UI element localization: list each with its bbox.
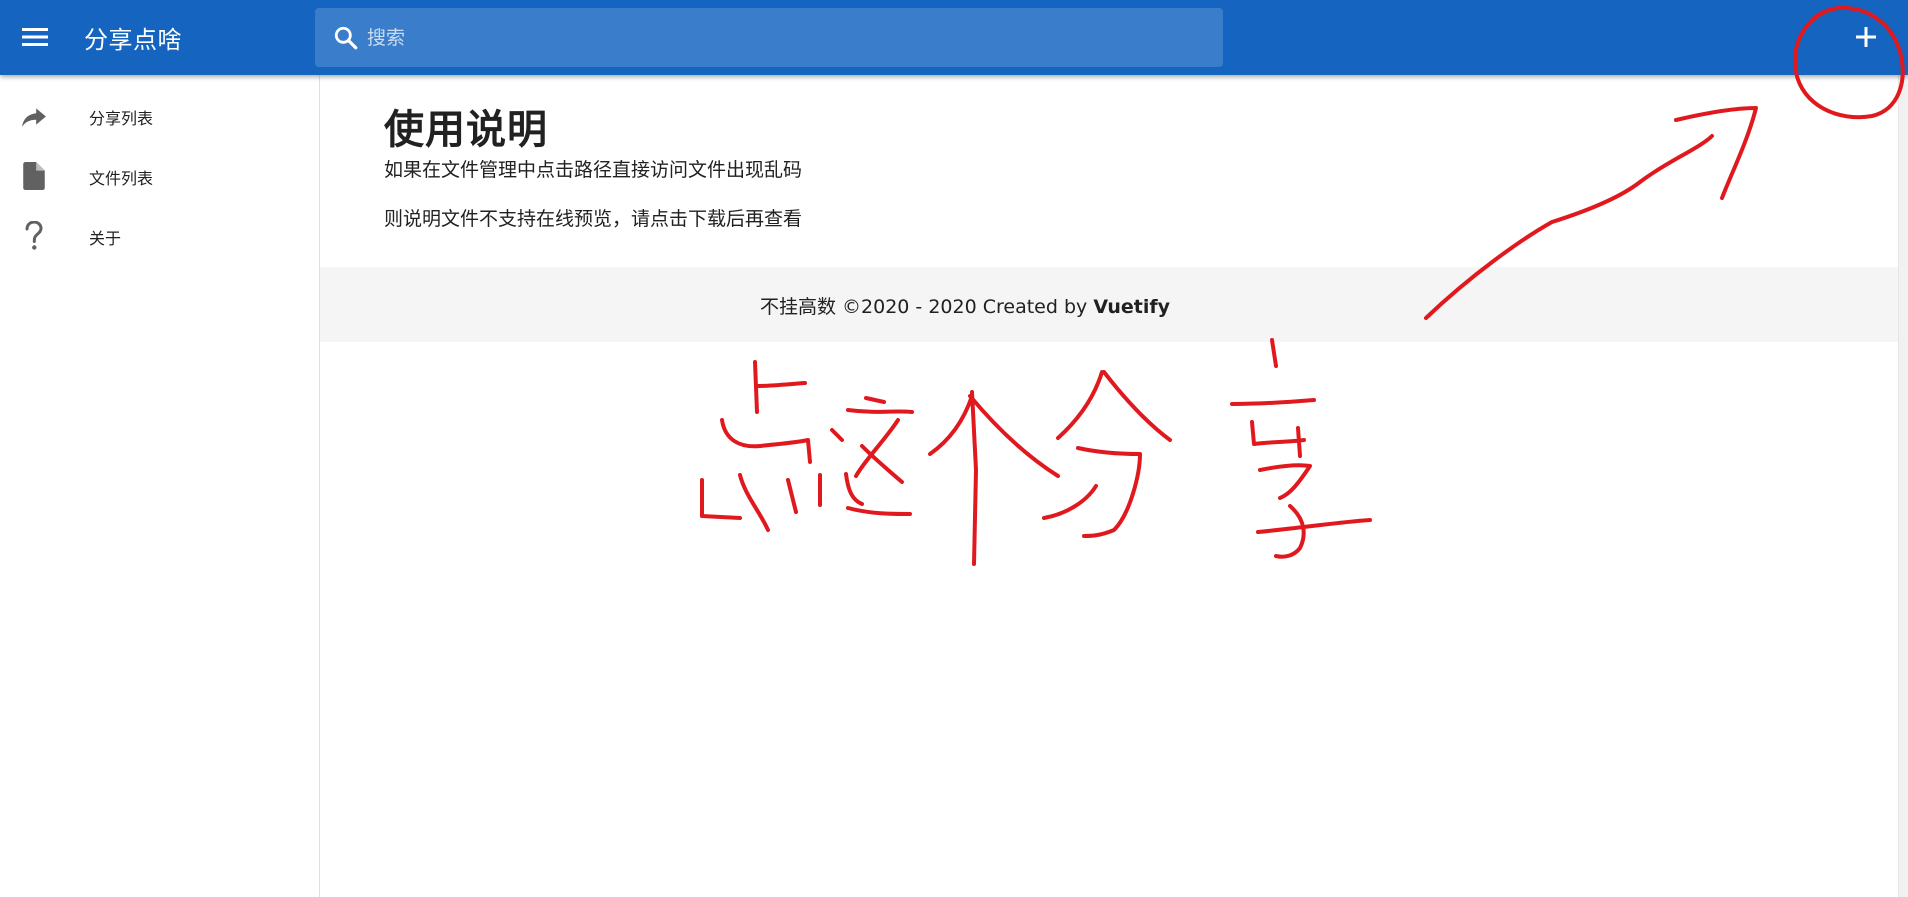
page-title: 使用说明	[384, 107, 548, 153]
sidebar-item-about[interactable]: 关于	[0, 208, 319, 264]
menu-button[interactable]	[14, 14, 56, 60]
footer: 不挂高数 ©2020 - 2020 Created by Vuetify	[320, 267, 1898, 342]
footer-copyright: 不挂高数 ©2020 - 2020 Created by	[760, 296, 1094, 318]
scrollbar[interactable]	[1898, 75, 1908, 897]
instruction-text: 则说明文件不支持在线预览，请点击下载后再查看	[384, 208, 803, 230]
plus-icon	[1856, 27, 1876, 47]
sidebar-item-label: 关于	[89, 229, 122, 248]
share-arrow-icon	[20, 102, 48, 130]
sidebar-item-label: 分享列表	[89, 109, 154, 128]
sidebar-item-share-list[interactable]: 分享列表	[0, 88, 319, 144]
app-title: 分享点啥	[84, 26, 182, 54]
file-icon	[20, 162, 48, 190]
sidebar-item-label: 文件列表	[89, 169, 154, 188]
instruction-text: 如果在文件管理中点击路径直接访问文件出现乱码	[384, 159, 803, 181]
footer-brand: Vuetify	[1093, 296, 1170, 318]
nav-drawer: 分享列表 文件列表 关于	[0, 75, 320, 897]
footer-text: 不挂高数 ©2020 - 2020 Created by Vuetify	[760, 292, 1170, 319]
hamburger-menu-icon	[22, 28, 48, 46]
app-bar: 分享点啥	[0, 0, 1908, 75]
sidebar-item-file-list[interactable]: 文件列表	[0, 148, 319, 204]
main-content: 使用说明 如果在文件管理中点击路径直接访问文件出现乱码 则说明文件不支持在线预览…	[320, 75, 1898, 897]
question-mark-icon	[20, 221, 48, 250]
add-share-button[interactable]	[1844, 14, 1888, 60]
search-box[interactable]	[315, 8, 1223, 67]
search-icon	[334, 26, 358, 50]
search-input[interactable]	[365, 18, 1209, 58]
